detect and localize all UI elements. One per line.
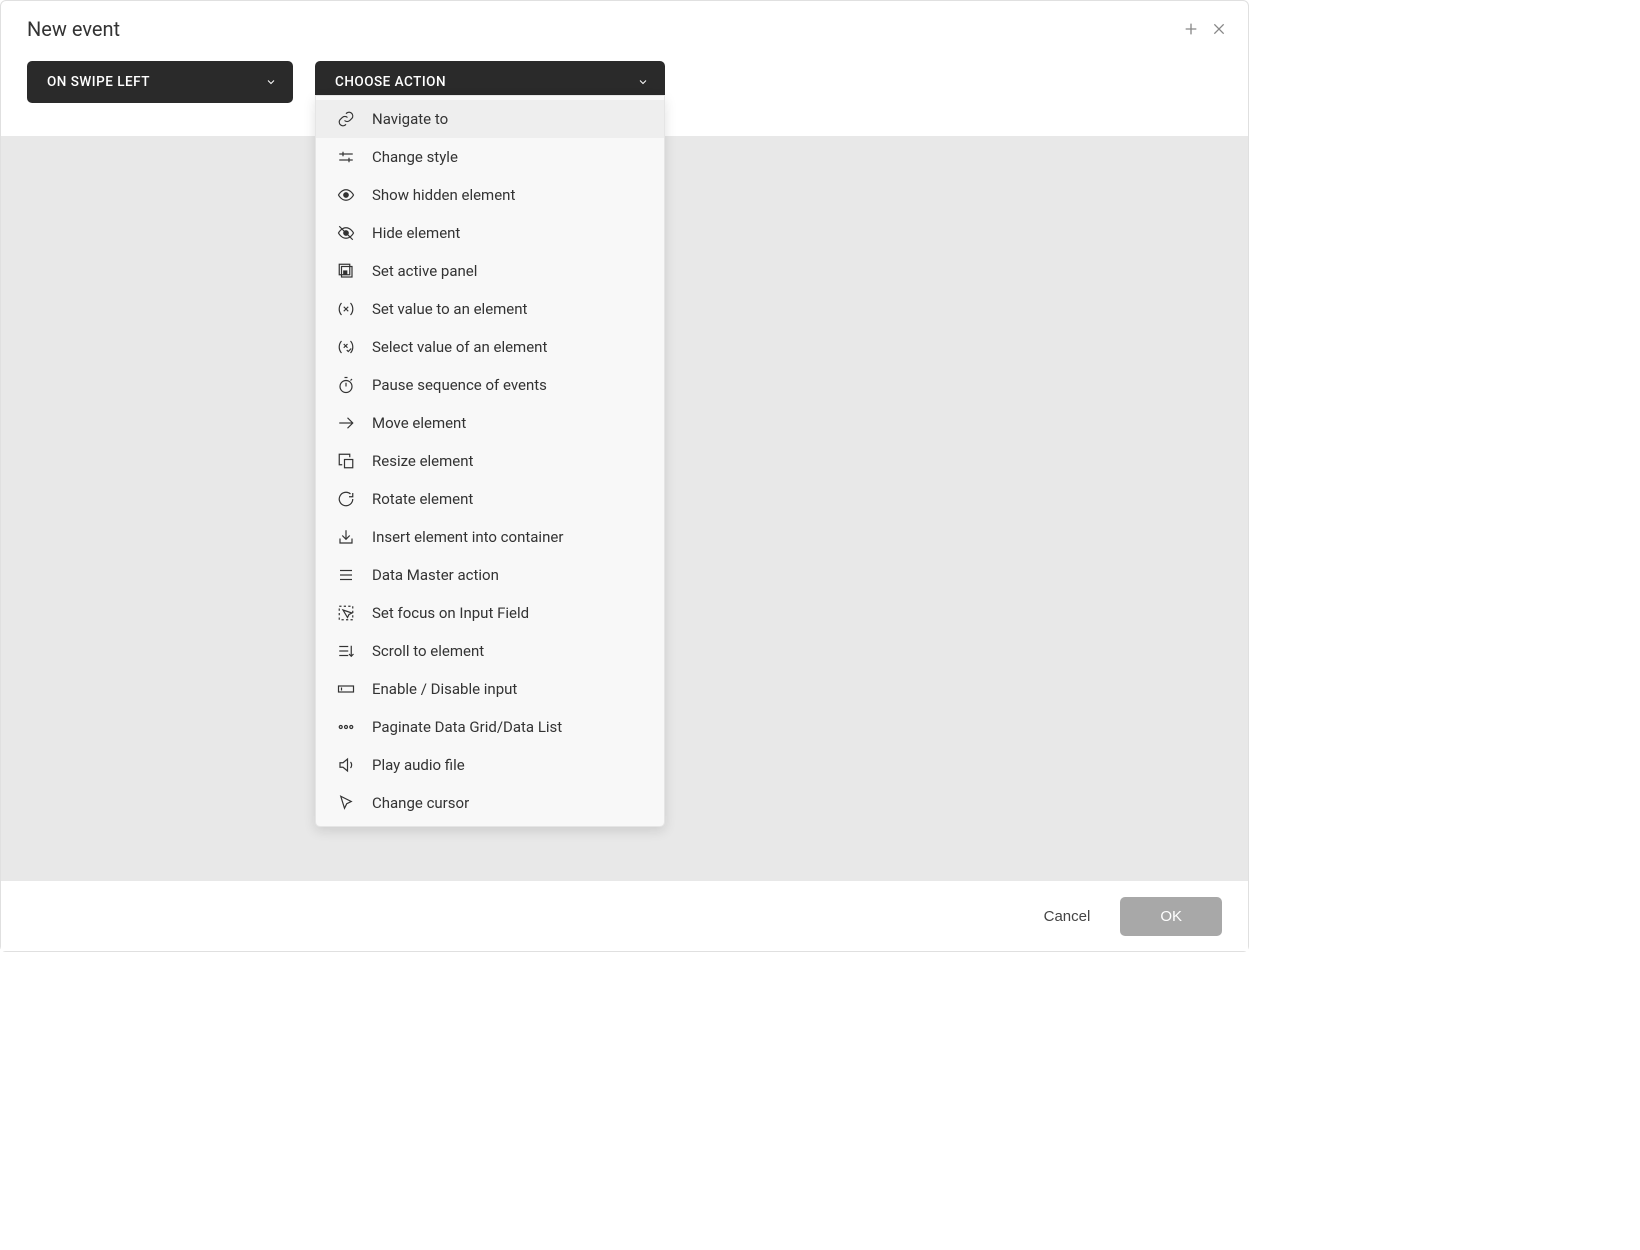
menu-item-show-hidden-element[interactable]: Show hidden element xyxy=(316,176,664,214)
menu-item-label: Pause sequence of events xyxy=(372,376,547,394)
sliders-icon xyxy=(336,147,356,167)
menu-item-navigate-to[interactable]: Navigate to xyxy=(316,100,664,138)
menu-item-label: Rotate element xyxy=(372,490,473,508)
eye-icon xyxy=(336,185,356,205)
cancel-button[interactable]: Cancel xyxy=(1036,898,1099,935)
action-dropdown-label: CHOOSE ACTION xyxy=(335,74,446,90)
chevron-down-icon xyxy=(637,76,649,88)
chevron-down-icon xyxy=(265,76,277,88)
dialog-title: New event xyxy=(27,17,120,41)
bars-icon xyxy=(336,565,356,585)
menu-item-label: Scroll to element xyxy=(372,642,484,660)
input-icon xyxy=(336,679,356,699)
menu-item-set-value-to-an-element[interactable]: Set value to an element xyxy=(316,290,664,328)
menu-item-label: Move element xyxy=(372,414,466,432)
add-icon[interactable] xyxy=(1182,20,1200,38)
menu-item-paginate-data-grid-data-list[interactable]: Paginate Data Grid/Data List xyxy=(316,708,664,746)
rotate-icon xyxy=(336,489,356,509)
menu-item-label: Data Master action xyxy=(372,566,499,584)
menu-item-set-focus-on-input-field[interactable]: Set focus on Input Field xyxy=(316,594,664,632)
menu-item-select-value-of-an-element[interactable]: Select value of an element xyxy=(316,328,664,366)
trigger-dropdown-label: ON SWIPE LEFT xyxy=(47,74,150,90)
action-dropdown-menu: Navigate to Change style Show hidden eleme… xyxy=(315,95,665,827)
menu-item-label: Show hidden element xyxy=(372,186,515,204)
menu-item-label: Set value to an element xyxy=(372,300,527,318)
menu-item-enable-disable-input[interactable]: Enable / Disable input xyxy=(316,670,664,708)
menu-item-play-audio-file[interactable]: Play audio file xyxy=(316,746,664,784)
menu-item-label: Set active panel xyxy=(372,262,477,280)
insert-icon xyxy=(336,527,356,547)
menu-item-scroll-to-element[interactable]: Scroll to element xyxy=(316,632,664,670)
stopwatch-icon xyxy=(336,375,356,395)
dialog-header: New event xyxy=(1,1,1248,53)
ok-button[interactable]: OK xyxy=(1120,897,1222,936)
header-icons xyxy=(1182,20,1228,38)
menu-item-resize-element[interactable]: Resize element xyxy=(316,442,664,480)
menu-item-label: Insert element into container xyxy=(372,528,563,546)
trigger-dropdown[interactable]: ON SWIPE LEFT xyxy=(27,61,293,103)
x-parens-icon xyxy=(336,299,356,319)
menu-item-label: Enable / Disable input xyxy=(372,680,517,698)
eye-off-icon xyxy=(336,223,356,243)
menu-item-pause-sequence-of-events[interactable]: Pause sequence of events xyxy=(316,366,664,404)
arrow-right-icon xyxy=(336,413,356,433)
menu-item-data-master-action[interactable]: Data Master action xyxy=(316,556,664,594)
menu-item-set-active-panel[interactable]: Set active panel xyxy=(316,252,664,290)
menu-item-hide-element[interactable]: Hide element xyxy=(316,214,664,252)
menu-item-insert-element-into-container[interactable]: Insert element into container xyxy=(316,518,664,556)
menu-item-label: Hide element xyxy=(372,224,460,242)
menu-item-move-element[interactable]: Move element xyxy=(316,404,664,442)
dots-icon xyxy=(336,717,356,737)
menu-item-label: Play audio file xyxy=(372,756,465,774)
panel-icon xyxy=(336,261,356,281)
x-check-parens-icon xyxy=(336,337,356,357)
menu-item-label: Set focus on Input Field xyxy=(372,604,529,622)
menu-item-rotate-element[interactable]: Rotate element xyxy=(316,480,664,518)
focus-icon xyxy=(336,603,356,623)
menu-item-label: Navigate to xyxy=(372,110,448,128)
menu-item-label: Resize element xyxy=(372,452,473,470)
menu-item-label: Select value of an element xyxy=(372,338,547,356)
cursor-icon xyxy=(336,793,356,813)
menu-item-label: Change cursor xyxy=(372,794,469,812)
close-icon[interactable] xyxy=(1210,20,1228,38)
menu-item-change-style[interactable]: Change style xyxy=(316,138,664,176)
menu-item-label: Paginate Data Grid/Data List xyxy=(372,718,562,736)
dialog-footer: Cancel OK xyxy=(1,881,1248,951)
link-icon xyxy=(336,109,356,129)
resize-icon xyxy=(336,451,356,471)
audio-icon xyxy=(336,755,356,775)
menu-item-label: Change style xyxy=(372,148,458,166)
menu-item-change-cursor[interactable]: Change cursor xyxy=(316,784,664,822)
scroll-icon xyxy=(336,641,356,661)
